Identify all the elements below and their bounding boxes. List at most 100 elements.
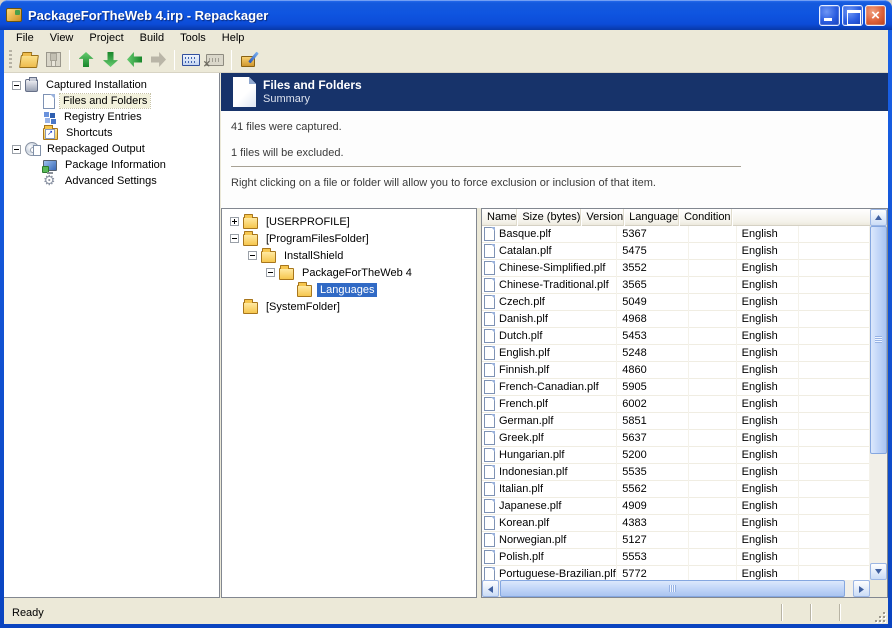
- table-row[interactable]: Chinese-Traditional.plf 3565 English: [482, 277, 870, 294]
- status-bar: Ready: [4, 601, 888, 624]
- table-row[interactable]: Japanese.plf 4909 English: [482, 498, 870, 515]
- menu-item[interactable]: File: [8, 30, 42, 47]
- file-icon: [484, 380, 495, 394]
- column-header[interactable]: Condition: [679, 209, 731, 226]
- scroll-left-button[interactable]: [482, 580, 499, 597]
- table-row[interactable]: French-Canadian.plf 5905 English: [482, 379, 870, 396]
- tree-item[interactable]: Registry Entries: [4, 109, 219, 125]
- title-bar[interactable]: PackageForTheWeb 4.irp - Repackager: [0, 0, 892, 30]
- menu-bar: File View Project Build Tools Help: [4, 30, 888, 47]
- tree-item[interactable]: Repackaged Output: [4, 141, 219, 157]
- tree-expander[interactable]: [230, 217, 239, 226]
- table-row[interactable]: Greek.plf 5637 English: [482, 430, 870, 447]
- menu-item[interactable]: View: [42, 30, 82, 47]
- summary-panel: 41 files were captured. 1 files will be …: [221, 111, 888, 208]
- folder-tree-item[interactable]: [USERPROFILE]: [222, 213, 476, 230]
- move-down-button[interactable]: [98, 49, 122, 71]
- table-row[interactable]: Polish.plf 5553 English: [482, 549, 870, 566]
- column-header[interactable]: Size (bytes): [517, 209, 581, 226]
- folder-tree-item[interactable]: Languages: [222, 281, 476, 298]
- table-row[interactable]: Chinese-Simplified.plf 3552 English: [482, 260, 870, 277]
- window-title: PackageForTheWeb 4.irp - Repackager: [28, 8, 819, 23]
- table-row[interactable]: Finnish.plf 4860 English: [482, 362, 870, 379]
- menu-item[interactable]: Tools: [172, 30, 214, 47]
- toolbar-separator: [231, 50, 232, 70]
- table-row[interactable]: Basque.plf 5367 English: [482, 226, 870, 243]
- capture-input-off-button[interactable]: [203, 49, 227, 71]
- capture-input-button[interactable]: [179, 49, 203, 71]
- file-icon: [484, 244, 495, 258]
- table-row[interactable]: Czech.plf 5049 English: [482, 294, 870, 311]
- menu-item[interactable]: Help: [214, 30, 253, 47]
- table-row[interactable]: German.plf 5851 English: [482, 413, 870, 430]
- tree-item[interactable]: Shortcuts: [4, 125, 219, 141]
- move-up-button[interactable]: [74, 49, 98, 71]
- table-row[interactable]: Danish.plf 4968 English: [482, 311, 870, 328]
- folder-tree-item[interactable]: PackageForTheWeb 4: [222, 264, 476, 281]
- file-icon: [484, 397, 495, 411]
- vertical-scroll-thumb[interactable]: [870, 226, 887, 454]
- table-row[interactable]: Indonesian.plf 5535 English: [482, 464, 870, 481]
- tree-expander[interactable]: [230, 234, 239, 243]
- forward-button[interactable]: [146, 49, 170, 71]
- resize-grip[interactable]: [872, 609, 886, 623]
- file-icon: [484, 516, 495, 530]
- page-icon: [43, 94, 55, 109]
- file-list-header: Name Size (bytes) Version Language Condi…: [482, 209, 870, 226]
- open-project-button[interactable]: [17, 49, 41, 71]
- vertical-scrollbar[interactable]: [870, 209, 887, 580]
- window-body: File View Project Build Tools Help: [4, 30, 888, 624]
- tree-expander[interactable]: [12, 145, 21, 154]
- column-header[interactable]: Language: [624, 209, 679, 226]
- gear-icon: [43, 174, 57, 188]
- close-button[interactable]: [865, 5, 886, 26]
- toolbar-grip[interactable]: [9, 50, 12, 70]
- save-project-button[interactable]: [41, 49, 65, 71]
- scroll-right-button[interactable]: [853, 580, 870, 597]
- menu-item[interactable]: Build: [132, 30, 172, 47]
- tree-item[interactable]: Package Information: [4, 157, 219, 173]
- captured-count-text: 41 files were captured.: [231, 121, 342, 133]
- tree-expander[interactable]: [12, 81, 21, 90]
- files-and-folders-icon: [233, 77, 256, 107]
- file-icon: [484, 312, 495, 326]
- table-row[interactable]: English.plf 5248 English: [482, 345, 870, 362]
- file-icon: [484, 227, 495, 241]
- horizontal-scroll-thumb[interactable]: [500, 580, 845, 597]
- tree-item[interactable]: Advanced Settings: [4, 173, 219, 189]
- column-header[interactable]: Name: [482, 209, 517, 226]
- build-package-button[interactable]: [236, 49, 260, 71]
- table-row[interactable]: Hungarian.plf 5200 English: [482, 447, 870, 464]
- file-icon: [484, 414, 495, 428]
- folder-icon: [261, 251, 276, 263]
- minimize-button[interactable]: [819, 5, 840, 26]
- file-icon: [484, 329, 495, 343]
- table-row[interactable]: French.plf 6002 English: [482, 396, 870, 413]
- tree-expander[interactable]: [266, 268, 275, 277]
- back-button[interactable]: [122, 49, 146, 71]
- tree-item[interactable]: Files and Folders: [4, 93, 219, 109]
- folder-tree-item[interactable]: InstallShield: [222, 247, 476, 264]
- tree-expander[interactable]: [248, 251, 257, 260]
- scroll-up-button[interactable]: [870, 209, 887, 226]
- maximize-button[interactable]: [842, 5, 863, 26]
- folder-tree-item[interactable]: [SystemFolder]: [222, 298, 476, 315]
- section-banner: Files and Folders Summary: [221, 73, 888, 111]
- menu-item[interactable]: Project: [81, 30, 131, 47]
- folder-icon: [243, 217, 258, 229]
- status-pane: [810, 604, 839, 621]
- file-icon: [484, 278, 495, 292]
- table-row[interactable]: Korean.plf 4383 English: [482, 515, 870, 532]
- table-row[interactable]: Dutch.plf 5453 English: [482, 328, 870, 345]
- horizontal-scrollbar[interactable]: [482, 580, 870, 597]
- table-row[interactable]: Portuguese-Brazilian.plf 5772 English: [482, 566, 870, 580]
- table-row[interactable]: Italian.plf 5562 English: [482, 481, 870, 498]
- scroll-down-button[interactable]: [870, 563, 887, 580]
- table-row[interactable]: Norwegian.plf 5127 English: [482, 532, 870, 549]
- tree-item[interactable]: Captured Installation: [4, 77, 219, 93]
- column-header[interactable]: Version: [581, 209, 624, 226]
- navigation-tree: Captured Installation Files and Folders …: [4, 73, 220, 598]
- table-row[interactable]: Catalan.plf 5475 English: [482, 243, 870, 260]
- folder-tree-item[interactable]: [ProgramFilesFolder]: [222, 230, 476, 247]
- status-pane: [781, 604, 810, 621]
